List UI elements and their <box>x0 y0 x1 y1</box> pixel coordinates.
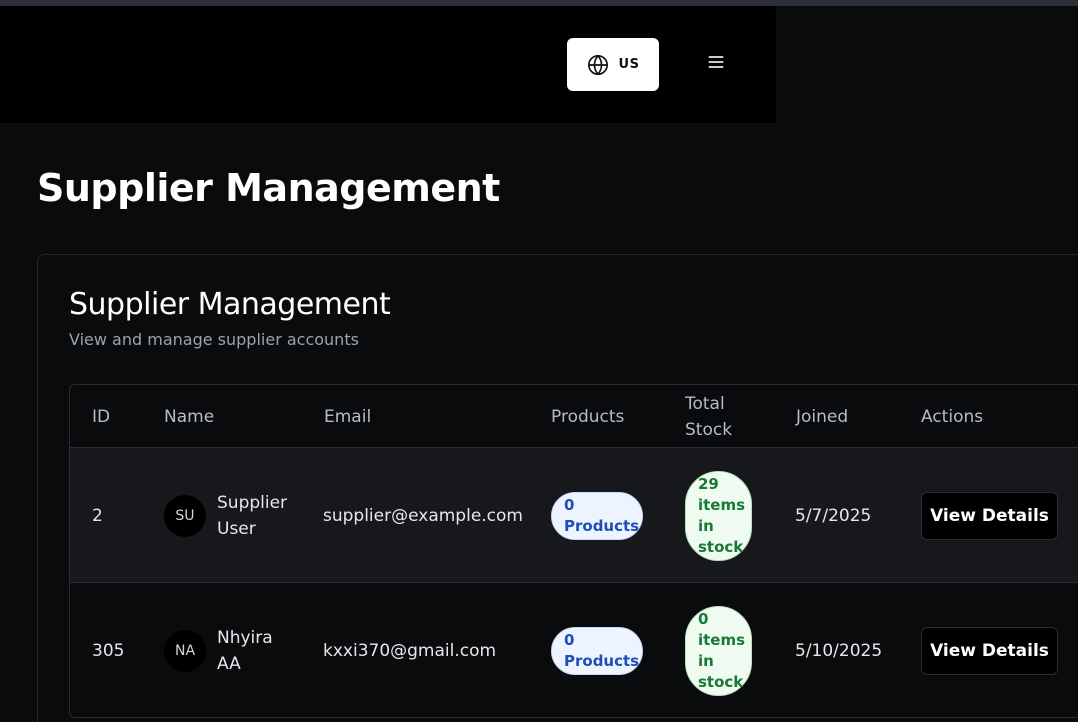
joined-date: 5/10/2025 <box>795 640 883 661</box>
products-cell: 0 Products <box>551 448 643 583</box>
supplier-name-cell: SU Supplier User <box>164 448 292 583</box>
products-badge: 0 Products <box>551 491 643 540</box>
column-header-actions: Actions <box>921 406 984 427</box>
supplier-management-card: Supplier Management View and manage supp… <box>37 254 1078 722</box>
view-details-button[interactable]: View Details <box>921 491 1058 540</box>
actions-cell: View Details <box>921 448 1058 583</box>
joined-date: 5/7/2025 <box>795 505 872 526</box>
language-code: US <box>618 57 640 72</box>
products-badge: 0 Products <box>551 626 643 675</box>
column-header-joined: Joined <box>796 406 849 427</box>
column-header-id: ID <box>92 406 111 427</box>
actions-cell: View Details <box>921 583 1058 717</box>
column-header-products: Products <box>551 406 625 427</box>
table-header: ID Name Email Products Total Stock Joine… <box>70 385 1078 448</box>
suppliers-table: ID Name Email Products Total Stock Joine… <box>69 384 1078 718</box>
supplier-email: kxxi370@gmail.com <box>323 640 497 661</box>
card-subtitle: View and manage supplier accounts <box>69 330 359 349</box>
column-header-total-stock: Total Stock <box>685 393 733 440</box>
column-header-name: Name <box>164 406 215 427</box>
supplier-id: 2 <box>92 505 103 526</box>
avatar: NA <box>164 629 206 672</box>
stock-badge: 29 items in stock <box>685 470 752 561</box>
supplier-name-cell: NA Nhyira AA <box>164 583 277 717</box>
column-header-email: Email <box>324 406 372 427</box>
card-title: Supplier Management <box>69 287 391 322</box>
top-header: US <box>0 6 776 123</box>
language-selector-button[interactable]: US <box>567 38 659 91</box>
view-details-button[interactable]: View Details <box>921 626 1058 675</box>
table-row: 2 SU Supplier User supplier@example.com … <box>70 448 1078 583</box>
avatar: SU <box>164 494 206 537</box>
table-row: 305 NA Nhyira AA kxxi370@gmail.com 0 Pro… <box>70 583 1078 717</box>
stock-badge: 0 items in stock <box>685 605 752 696</box>
supplier-email: supplier@example.com <box>323 505 523 526</box>
supplier-name: Nhyira AA <box>217 627 273 674</box>
stock-cell: 29 items in stock <box>685 448 752 583</box>
products-cell: 0 Products <box>551 583 643 717</box>
hamburger-menu-icon <box>706 52 726 76</box>
supplier-name: Supplier User <box>217 492 288 539</box>
supplier-id: 305 <box>92 640 125 661</box>
stock-cell: 0 items in stock <box>685 583 752 717</box>
globe-icon <box>587 54 609 76</box>
page-title: Supplier Management <box>37 166 500 210</box>
hamburger-menu-button[interactable] <box>700 46 732 82</box>
